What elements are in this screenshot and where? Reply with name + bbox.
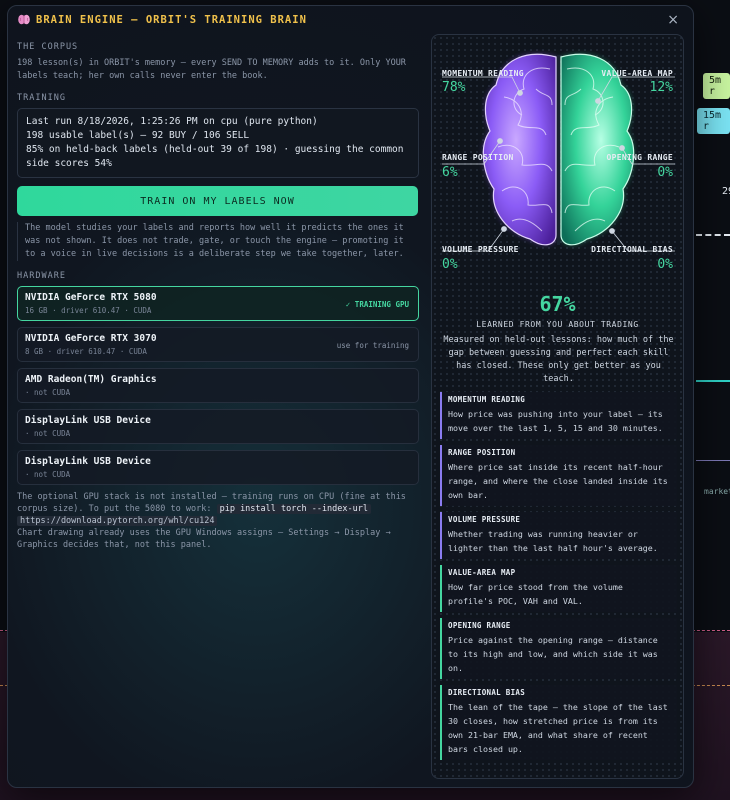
skill-card: VOLUME PRESSURE Whether trading was runn… — [440, 512, 677, 559]
train-button[interactable]: TRAIN ON MY LABELS NOW — [17, 186, 418, 216]
range-skill-value: 6% — [442, 165, 458, 180]
background-5m-chip: 5m r — [703, 73, 730, 99]
gpu-details: · not CUDA — [25, 470, 71, 479]
skill-card-text: Whether trading was running heavier or l… — [448, 529, 658, 553]
close-button[interactable]: × — [667, 12, 679, 28]
opening-skill-value: 0% — [657, 165, 673, 180]
training-explanation: The model studies your labels and report… — [17, 222, 419, 261]
gpu-details: · not CUDA — [25, 388, 71, 397]
range-skill-label: RANGE POSITION — [442, 153, 514, 162]
gpu-name: DisplayLink USB Device — [25, 415, 151, 426]
skill-card-text: How price was pushing into your label — … — [448, 409, 663, 433]
value-area-skill-value: 12% — [649, 80, 673, 95]
skill-card: DIRECTIONAL BIAS The lean of the tape — … — [440, 685, 677, 760]
opening-skill-label: OPENING RANGE — [606, 153, 673, 162]
skill-card-text: The lean of the tape — the slope of the … — [448, 702, 668, 754]
background-15m-chip: 15m r — [697, 108, 730, 134]
brain-panel: MOMENTUM READING 78% VALUE-AREA MAP 12% … — [431, 34, 684, 779]
chart-gpu-note: Chart drawing already uses the GPU Windo… — [17, 528, 391, 550]
skill-cards: MOMENTUM READING How price was pushing i… — [440, 392, 677, 766]
left-column: THE CORPUS 198 lesson(s) in ORBIT's memo… — [17, 42, 419, 551]
skill-card: MOMENTUM READING How price was pushing i… — [440, 392, 677, 439]
gpu-name: AMD Radeon(TM) Graphics — [25, 374, 157, 385]
gpu-item: DisplayLink USB Device · not CUDA — [17, 450, 419, 485]
value-area-skill-label: VALUE-AREA MAP — [601, 69, 673, 78]
learned-description: Measured on held-out lessons: how much o… — [443, 335, 674, 384]
background-line — [696, 380, 730, 382]
skill-card: RANGE POSITION Where price sat inside it… — [440, 445, 677, 506]
corpus-description: 198 lesson(s) in ORBIT's memory — every … — [17, 58, 406, 81]
training-gpu-badge: ✓ TRAINING GPU — [345, 300, 409, 309]
skill-card-title: RANGE POSITION — [448, 448, 516, 457]
install-url[interactable]: https://download.pytorch.org/whl/cu124 — [17, 516, 218, 526]
gpu-item[interactable]: NVIDIA GeForce RTX 3070 8 GB · driver 61… — [17, 327, 419, 362]
skill-card: OPENING RANGE Price against the opening … — [440, 618, 677, 679]
modal-title: BRAIN ENGINE — ORBIT'S TRAINING BRAIN — [36, 14, 307, 26]
directional-skill-label: DIRECTIONAL BIAS — [591, 245, 673, 254]
gpu-item: DisplayLink USB Device · not CUDA — [17, 409, 419, 444]
gpu-name: NVIDIA GeForce RTX 5080 — [25, 292, 157, 303]
skill-card-title: VALUE-AREA MAP — [448, 568, 516, 577]
gpu-item[interactable]: NVIDIA GeForce RTX 5080 16 GB · driver 6… — [17, 286, 419, 321]
volume-skill-label: VOLUME PRESSURE — [442, 245, 519, 254]
skill-card-text: Price against the opening range — distan… — [448, 635, 658, 673]
gpu-item: AMD Radeon(TM) Graphics · not CUDA — [17, 368, 419, 403]
overall-learned-percent: 67% — [539, 292, 576, 316]
background-market-label: market — [704, 487, 730, 496]
gpu-details: 8 GB · driver 610.47 · CUDA — [25, 347, 147, 356]
hardware-heading: HARDWARE — [17, 271, 66, 281]
training-summary: Last run 8/18/2026, 1:25:26 PM on cpu (p… — [17, 108, 419, 178]
directional-skill-value: 0% — [657, 257, 673, 272]
skill-card-text: How far price stood from the volume prof… — [448, 582, 623, 606]
skill-card-title: VOLUME PRESSURE — [448, 515, 521, 524]
use-for-training-button[interactable]: use for training — [337, 341, 409, 350]
brain-icon — [18, 14, 30, 28]
skill-card: VALUE-AREA MAP How far price stood from … — [440, 565, 677, 612]
background-line — [696, 460, 730, 461]
usable-labels-text: 198 usable label(s) — 92 BUY / 106 SELL — [26, 130, 250, 141]
momentum-skill-label: MOMENTUM READING — [442, 69, 524, 78]
gpu-name: NVIDIA GeForce RTX 3070 — [25, 333, 157, 344]
gpu-details: 16 GB · driver 610.47 · CUDA — [25, 306, 152, 315]
corpus-heading: THE CORPUS — [17, 42, 79, 52]
install-command[interactable]: pip install torch --index-url — [216, 504, 371, 514]
momentum-skill-value: 78% — [442, 80, 466, 95]
gpu-stack-note: The optional GPU stack is not installed … — [17, 491, 419, 551]
learned-title: LEARNED FROM YOU ABOUT TRADING — [476, 320, 639, 329]
gpu-details: · not CUDA — [25, 429, 71, 438]
brain-engine-modal: BRAIN ENGINE — ORBIT'S TRAINING BRAIN × … — [7, 5, 694, 788]
modal-header: BRAIN ENGINE — ORBIT'S TRAINING BRAIN × — [8, 6, 693, 34]
background-price-line — [696, 234, 730, 236]
skill-card-title: DIRECTIONAL BIAS — [448, 688, 526, 697]
last-run-text: Last run 8/18/2026, 1:25:26 PM on cpu (p… — [26, 116, 318, 127]
skill-card-title: MOMENTUM READING — [448, 395, 526, 404]
gpu-name: DisplayLink USB Device — [25, 456, 151, 467]
training-heading: TRAINING — [17, 93, 66, 103]
background-price: 29584.8 — [722, 186, 730, 197]
volume-skill-value: 0% — [442, 257, 458, 272]
skill-card-title: OPENING RANGE — [448, 621, 511, 630]
skill-card-text: Where price sat inside its recent half-h… — [448, 462, 668, 500]
accuracy-text: 85% on held-back labels (held-out 39 of … — [26, 144, 404, 169]
